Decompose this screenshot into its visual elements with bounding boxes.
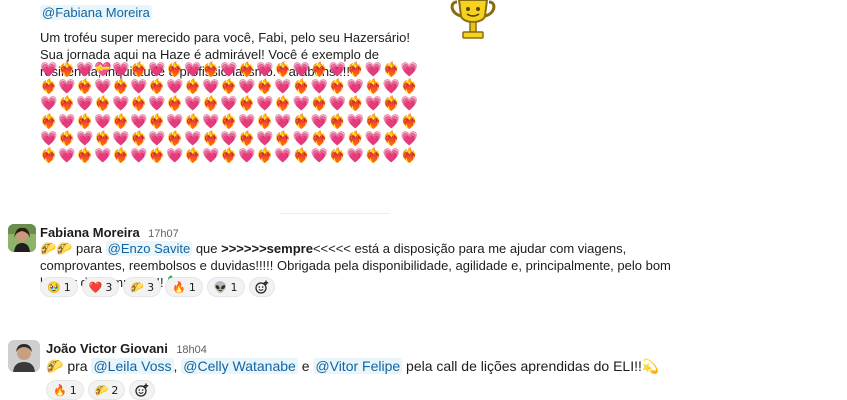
mention-fabiana[interactable]: @Fabiana Moreira xyxy=(40,5,152,20)
reaction-pill[interactable]: 🥹 1 xyxy=(40,277,78,297)
divider xyxy=(280,213,390,214)
reaction-count: 2 xyxy=(111,383,119,397)
avatar-fabiana[interactable] xyxy=(8,224,36,252)
author-name[interactable]: Fabiana Moreira xyxy=(40,225,140,240)
avatar-joao[interactable] xyxy=(8,340,40,372)
post3-reactions: 🔥 1 🌮 2 xyxy=(46,380,156,400)
post3-text: 🌮 pra @Leila Voss, @Celly Watanabe e @Vi… xyxy=(46,357,659,376)
reaction-pill[interactable]: 👽 1 xyxy=(206,277,245,297)
text-segment: que xyxy=(192,241,222,256)
timestamp[interactable]: 18h04 xyxy=(176,344,207,356)
add-reaction-icon xyxy=(254,280,268,294)
post1-hearts: 💗❤️‍🔥💗💝💗❤️‍🔥💗❤️‍🔥💗❤️‍🔥💗❤️‍🔥💗❤️‍🔥💗❤️‍🔥💗❤️… xyxy=(40,62,419,165)
reaction-emoji: ❤️ xyxy=(88,280,103,294)
text-segment: pra xyxy=(63,358,92,374)
reaction-emoji: 🔥 xyxy=(53,383,67,397)
reaction-count: 3 xyxy=(105,280,113,294)
timestamp[interactable]: 17h07 xyxy=(148,228,179,240)
reaction-count: 1 xyxy=(63,280,71,294)
reaction-emoji: 👽 xyxy=(213,280,228,294)
reaction-pill[interactable]: 🌮 3 xyxy=(123,277,162,297)
post2-reactions: 🥹 1 ❤️ 3 🌮 3 🔥 1 👽 1 xyxy=(40,277,275,297)
add-reaction-button[interactable] xyxy=(248,277,275,297)
mention-celly[interactable]: @Celly Watanabe xyxy=(181,358,298,374)
reaction-pill[interactable]: ❤️ 3 xyxy=(81,277,120,297)
post1-mention-line: @Fabiana Moreira xyxy=(40,4,152,21)
reaction-emoji: 🌮 xyxy=(130,280,145,294)
reaction-count: 1 xyxy=(188,280,196,294)
mention-leila[interactable]: @Leila Voss xyxy=(91,358,174,374)
reaction-emoji: 🥹 xyxy=(47,280,61,294)
taco-emoji: 🌮🌮 xyxy=(40,241,73,256)
trophy-icon xyxy=(447,0,499,48)
text-segment: pela call de lições aprendidas do ELI!! xyxy=(402,358,642,374)
text-segment: para xyxy=(72,241,106,256)
taco-emoji: 🌮 xyxy=(46,358,64,374)
reaction-pill[interactable]: 🔥 1 xyxy=(165,277,203,297)
author-name[interactable]: João Victor Giovani xyxy=(46,341,168,356)
mention-vitor[interactable]: @Vitor Felipe xyxy=(313,358,403,374)
post3-header: João Victor Giovani 18h04 xyxy=(46,340,207,358)
add-reaction-icon xyxy=(135,383,149,397)
mention-enzo[interactable]: @Enzo Savite xyxy=(105,241,193,256)
text-segment: e xyxy=(297,358,314,374)
reaction-emoji: 🌮 xyxy=(94,383,109,397)
reaction-emoji: 🔥 xyxy=(172,280,186,294)
reaction-count: 1 xyxy=(69,383,77,397)
reaction-pill[interactable]: 🌮 2 xyxy=(87,380,126,400)
reaction-count: 3 xyxy=(147,280,155,294)
reaction-count: 1 xyxy=(230,280,238,294)
reaction-pill[interactable]: 🔥 1 xyxy=(46,380,84,400)
sparkle-emoji: 💫 xyxy=(641,359,660,375)
bold-text: >>>>>>sempre xyxy=(221,241,313,256)
add-reaction-button[interactable] xyxy=(129,380,156,400)
